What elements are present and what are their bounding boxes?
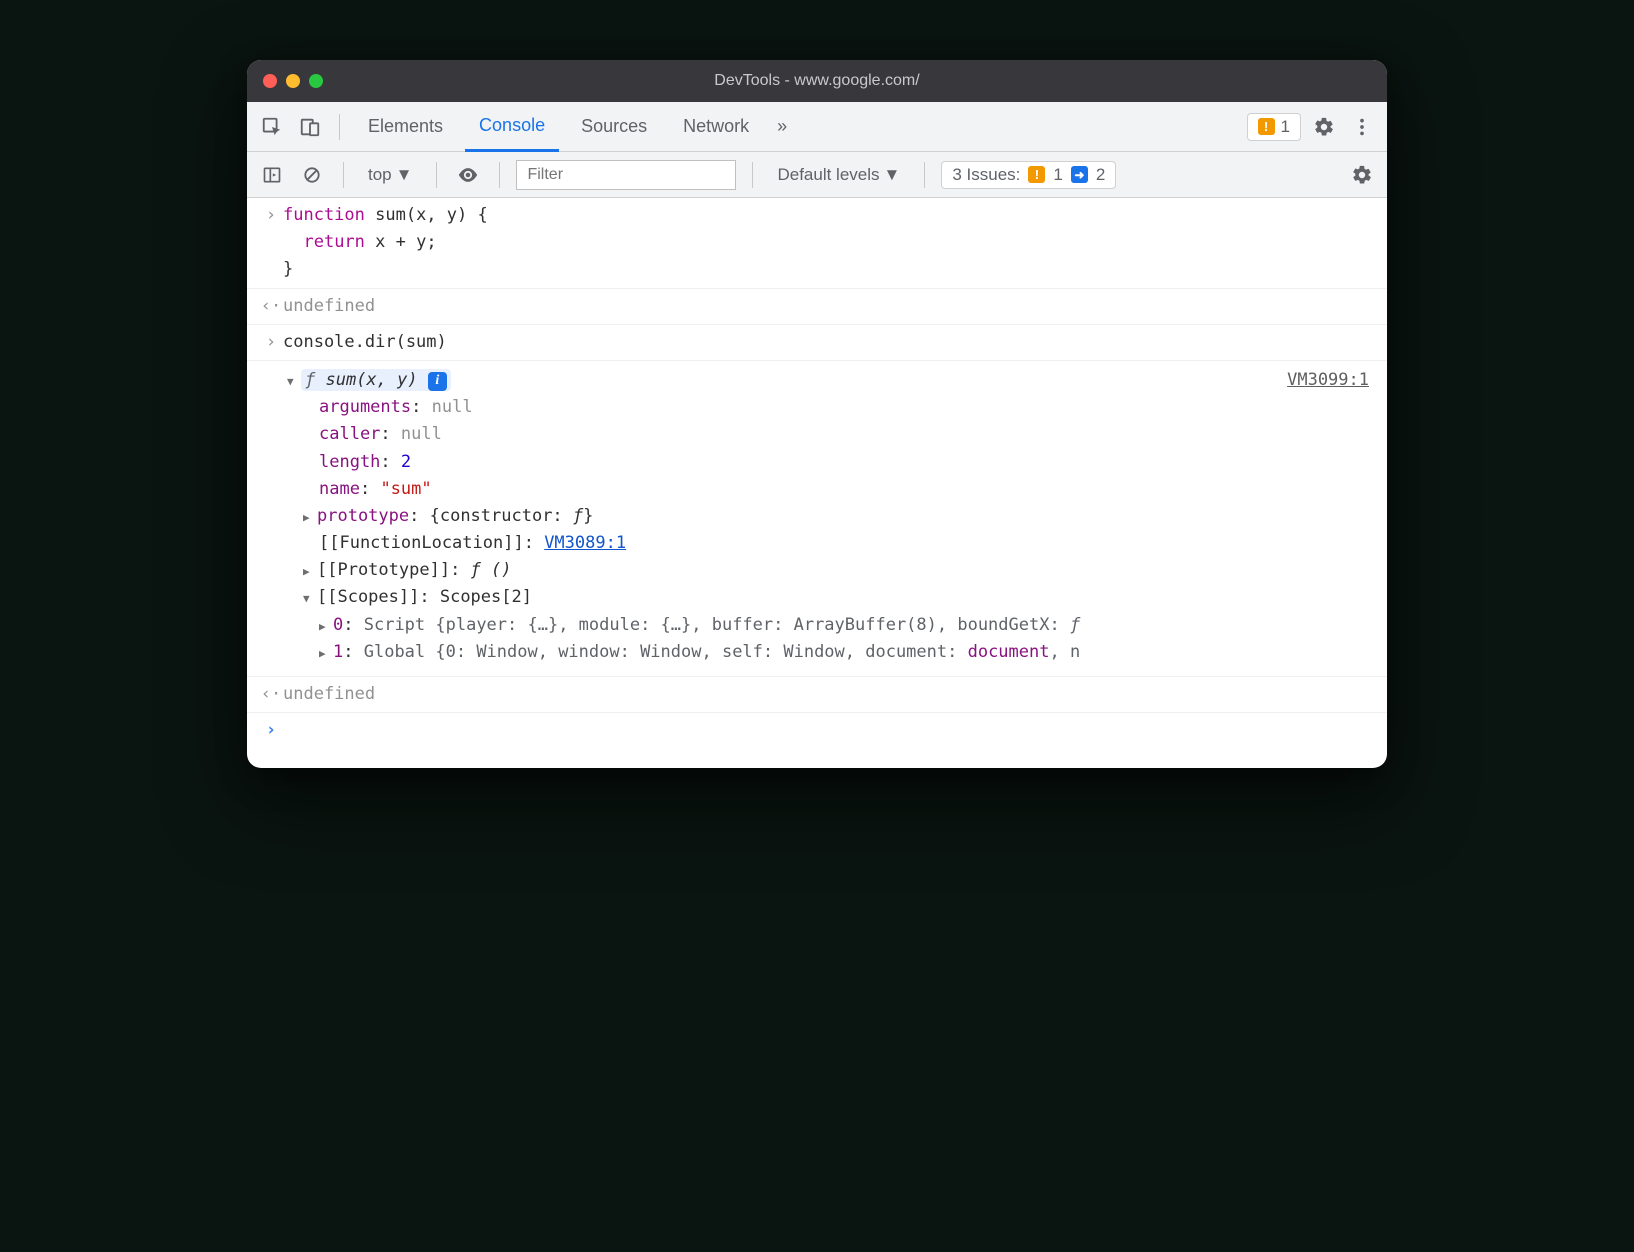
- divider: [339, 114, 340, 140]
- output-marker-icon: ‹·: [259, 293, 283, 320]
- divider: [924, 162, 925, 188]
- live-expression-icon[interactable]: [453, 160, 483, 190]
- scope-0[interactable]: 0: Script {player: {…}, module: {…}, buf…: [259, 612, 1375, 639]
- titlebar: DevTools - www.google.com/: [247, 60, 1387, 102]
- more-icon[interactable]: [1347, 112, 1377, 142]
- settings-icon[interactable]: [1309, 112, 1339, 142]
- log-levels-selector[interactable]: Default levels ▼: [769, 161, 908, 189]
- context-label: top: [368, 165, 392, 185]
- source-link[interactable]: VM3099:1: [1287, 367, 1369, 394]
- expand-arrow-icon[interactable]: [319, 612, 333, 639]
- prop-scopes[interactable]: [[Scopes]]: Scopes[2]: [259, 584, 1375, 611]
- tab-console[interactable]: Console: [465, 102, 559, 152]
- warnings-badge[interactable]: ! 1: [1247, 113, 1301, 141]
- warning-icon: !: [1258, 118, 1275, 135]
- filter-input[interactable]: [516, 160, 736, 190]
- code-input: console.dir(sum): [283, 329, 1375, 356]
- prop-arguments[interactable]: arguments: null: [259, 394, 1375, 421]
- tab-elements[interactable]: Elements: [354, 102, 457, 152]
- issues-label: 3 Issues:: [952, 165, 1020, 185]
- info-icon: ➜: [1071, 166, 1088, 183]
- console-result-row: ‹· undefined: [247, 289, 1387, 325]
- expand-arrow-icon[interactable]: [319, 639, 333, 666]
- result-value: undefined: [283, 681, 1375, 708]
- warning-count: 1: [1281, 117, 1290, 137]
- window-title: DevTools - www.google.com/: [247, 72, 1387, 90]
- tab-network[interactable]: Network: [669, 102, 763, 152]
- console-toolbar: top ▼ Default levels ▼ 3 Issues: ! 1 ➜ 2: [247, 152, 1387, 198]
- issues-info-count: 2: [1096, 165, 1105, 185]
- code-input: function sum(x, y) { return x + y; }: [283, 202, 1375, 284]
- device-toggle-icon[interactable]: [295, 112, 325, 142]
- object-header[interactable]: ƒ sum(x, y) i: [259, 367, 1375, 394]
- divider: [436, 162, 437, 188]
- close-icon[interactable]: [263, 74, 277, 88]
- inspect-icon[interactable]: [257, 112, 287, 142]
- expand-arrow-icon[interactable]: [303, 584, 317, 611]
- zoom-icon[interactable]: [309, 74, 323, 88]
- divider: [499, 162, 500, 188]
- warning-icon: !: [1028, 166, 1045, 183]
- console-result-row: ‹· undefined: [247, 677, 1387, 713]
- prop-prototype-internal[interactable]: [[Prototype]]: ƒ (): [259, 557, 1375, 584]
- tabs-bar: Elements Console Sources Network » ! 1: [247, 102, 1387, 152]
- prompt-marker-icon: ›: [259, 717, 283, 744]
- levels-label: Default levels: [777, 165, 879, 185]
- expand-arrow-icon[interactable]: [287, 367, 301, 394]
- console-prompt[interactable]: ›: [247, 713, 1387, 768]
- chevron-down-icon: ▼: [396, 165, 413, 185]
- issues-summary[interactable]: 3 Issues: ! 1 ➜ 2: [941, 161, 1116, 189]
- clear-console-icon[interactable]: [297, 160, 327, 190]
- divider: [752, 162, 753, 188]
- console-output: › function sum(x, y) { return x + y; } ‹…: [247, 198, 1387, 768]
- expand-arrow-icon[interactable]: [303, 557, 317, 584]
- prop-length[interactable]: length: 2: [259, 449, 1375, 476]
- scope-1[interactable]: 1: Global {0: Window, window: Window, se…: [259, 639, 1375, 666]
- divider: [343, 162, 344, 188]
- console-input-row[interactable]: › console.dir(sum): [247, 325, 1387, 361]
- issues-warn-count: 1: [1053, 165, 1062, 185]
- prop-name[interactable]: name: "sum": [259, 476, 1375, 503]
- minimize-icon[interactable]: [286, 74, 300, 88]
- devtools-window: DevTools - www.google.com/ Elements Cons…: [247, 60, 1387, 768]
- input-marker-icon: ›: [259, 329, 283, 356]
- prompt-input[interactable]: [283, 717, 1375, 744]
- tab-sources[interactable]: Sources: [567, 102, 661, 152]
- chevron-down-icon: ▼: [884, 165, 901, 185]
- expand-arrow-icon[interactable]: [303, 503, 317, 530]
- prop-function-location[interactable]: [[FunctionLocation]]: VM3089:1: [259, 530, 1375, 557]
- prop-prototype[interactable]: prototype: {constructor: ƒ}: [259, 503, 1375, 530]
- output-marker-icon: ‹·: [259, 681, 283, 708]
- sidebar-toggle-icon[interactable]: [257, 160, 287, 190]
- console-dir-output: VM3099:1 ƒ sum(x, y) i arguments: null c…: [247, 361, 1387, 677]
- info-icon[interactable]: i: [428, 372, 447, 391]
- input-marker-icon: ›: [259, 202, 283, 284]
- console-input-row[interactable]: › function sum(x, y) { return x + y; }: [247, 198, 1387, 289]
- window-controls: [263, 74, 323, 88]
- context-selector[interactable]: top ▼: [360, 161, 420, 189]
- prop-caller[interactable]: caller: null: [259, 421, 1375, 448]
- tabs-overflow-icon[interactable]: »: [771, 102, 793, 152]
- result-value: undefined: [283, 293, 1375, 320]
- vm-link[interactable]: VM3089:1: [544, 533, 626, 553]
- console-settings-icon[interactable]: [1347, 160, 1377, 190]
